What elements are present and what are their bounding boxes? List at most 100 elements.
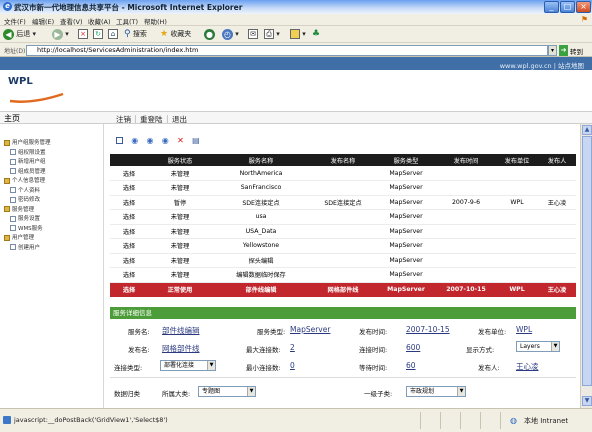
sidebar-item[interactable]: 组权限设置 bbox=[10, 148, 46, 156]
table-row[interactable]: 选择 未管理 usa MapServer bbox=[110, 209, 576, 225]
home-title: 主页 bbox=[4, 114, 20, 123]
max-conn-value[interactable]: 2 bbox=[290, 343, 295, 352]
sidebar-item[interactable]: 密码修改 bbox=[10, 195, 40, 203]
sidebar-item[interactable]: 创建用户 bbox=[10, 243, 40, 251]
class-select[interactable]: 专题图 ▼ bbox=[198, 386, 256, 397]
select-link[interactable]: 选择 bbox=[110, 253, 148, 268]
menu-favorites[interactable]: 收藏(A) bbox=[88, 16, 111, 26]
service-name-label: 服务名: bbox=[128, 328, 150, 336]
conn-type-select[interactable]: 部署化连接 ▼ bbox=[160, 360, 216, 371]
messenger-button[interactable]: ♣ bbox=[312, 28, 320, 41]
select-link[interactable]: 选择 bbox=[110, 267, 148, 283]
forward-button[interactable]: ▶ ▾ bbox=[52, 28, 69, 41]
chevron-down-icon: ▼ bbox=[247, 387, 255, 396]
back-button[interactable]: ◀ 后退 ▾ bbox=[3, 28, 36, 41]
publish-time-label: 发布时间: bbox=[359, 328, 388, 336]
select-link[interactable]: 选择 bbox=[110, 166, 148, 181]
print-button[interactable]: ⎙ ▾ bbox=[264, 28, 280, 41]
publish-name-value[interactable]: 网格部件线 bbox=[162, 343, 200, 354]
table-cell: SDE连接定点 bbox=[310, 195, 376, 210]
sidebar-item[interactable]: 用户组服务管理 bbox=[4, 138, 51, 146]
page-icon bbox=[10, 149, 16, 155]
sidebar-item[interactable]: 个人资料 bbox=[10, 186, 40, 194]
conn-time-value[interactable]: 600 bbox=[406, 343, 420, 352]
table-row[interactable]: 选择 未管理 编辑数据临时保存 MapServer bbox=[110, 267, 576, 283]
select-link[interactable]: 选择 bbox=[110, 195, 148, 210]
select-link[interactable]: 选择 bbox=[110, 180, 148, 196]
menu-file[interactable]: 文件(F) bbox=[4, 16, 26, 26]
wait-time-value[interactable]: 60 bbox=[406, 361, 416, 370]
display-mode-select[interactable]: Layers ▼ bbox=[516, 341, 560, 352]
subclass-select[interactable]: 市政规划 ▼ bbox=[406, 386, 466, 397]
go-arrow-icon[interactable]: ➜ bbox=[559, 45, 568, 56]
table-cell: 未管理 bbox=[148, 166, 212, 181]
table-row[interactable]: 选择 未管理 SanFrancisco MapServer bbox=[110, 180, 576, 196]
stop-button[interactable]: × bbox=[78, 28, 88, 41]
refresh-button[interactable]: ↻ bbox=[93, 28, 103, 41]
table-row[interactable]: 选择 正常使用 部件线编辑 网格部件线 MapServer 2007-10-15 WPL 王心… bbox=[110, 282, 576, 297]
publish-unit-value[interactable]: WPL bbox=[516, 325, 532, 334]
sidebar-item[interactable]: WMS服务 bbox=[10, 224, 43, 232]
sidebar-item[interactable]: 个人信息管理 bbox=[4, 176, 45, 184]
scroll-thumb[interactable] bbox=[582, 136, 592, 386]
min-conn-value[interactable]: 0 bbox=[290, 361, 295, 370]
table-cell bbox=[310, 209, 376, 225]
media-button[interactable]: ● bbox=[204, 28, 215, 41]
address-dropdown-button[interactable]: ▾ bbox=[548, 45, 557, 56]
service-name-value[interactable]: 部件线编辑 bbox=[162, 325, 200, 336]
search-button[interactable]: ⚲ 搜索 bbox=[124, 28, 147, 41]
history-button[interactable]: ◴ ▾ bbox=[222, 28, 239, 41]
sidebar-item-label: 个人信息管理 bbox=[12, 178, 46, 184]
table-cell: 2007-10-15 bbox=[436, 282, 496, 297]
folder-icon bbox=[4, 139, 10, 146]
menu-view[interactable]: 查看(V) bbox=[60, 16, 83, 26]
site-links[interactable]: www.wpl.gov.cn | 站点地图 bbox=[500, 60, 584, 70]
history-icon: ◴ bbox=[222, 28, 233, 40]
menu-edit[interactable]: 编辑(E) bbox=[32, 16, 54, 26]
sidebar-item[interactable]: 新增用户组 bbox=[10, 157, 46, 165]
maximize-button[interactable]: □ bbox=[560, 1, 575, 13]
select-link[interactable]: 选择 bbox=[110, 238, 148, 254]
next-icon[interactable]: ◉ bbox=[162, 136, 169, 144]
table-row[interactable]: 选择 未管理 Yellowstone MapServer bbox=[110, 238, 576, 254]
prev-icon[interactable]: ◉ bbox=[146, 136, 153, 144]
sidebar-item[interactable]: 用户管理 bbox=[4, 233, 34, 241]
select-link[interactable]: 选择 bbox=[110, 224, 148, 239]
table-cell bbox=[310, 224, 376, 239]
home-button[interactable]: ⌂ bbox=[108, 28, 118, 41]
minimize-button[interactable]: _ bbox=[544, 1, 559, 13]
vertical-scrollbar[interactable]: ▲ ▼ bbox=[580, 124, 592, 408]
scroll-down-icon[interactable]: ▼ bbox=[582, 396, 592, 406]
service-type-value[interactable]: MapServer bbox=[290, 325, 330, 334]
table-row[interactable]: 选择 未管理 USA_Data MapServer bbox=[110, 224, 576, 239]
max-conn-label: 最大连接数: bbox=[246, 346, 281, 354]
menu-tools[interactable]: 工具(T) bbox=[116, 16, 138, 26]
site-top-strip: www.wpl.gov.cn | 站点地图 bbox=[0, 57, 592, 70]
folder-button[interactable]: ▾ bbox=[290, 28, 306, 41]
go-button[interactable]: 转到 bbox=[570, 46, 583, 56]
table-cell bbox=[310, 253, 376, 268]
home-icon: ⌂ bbox=[108, 29, 118, 39]
menu-help[interactable]: 帮助(H) bbox=[144, 16, 167, 26]
sidebar-item[interactable]: 组成员管理 bbox=[10, 167, 46, 175]
table-row[interactable]: 选择 未管理 NorthAmerica MapServer bbox=[110, 166, 576, 181]
favorites-button[interactable]: ★ 收藏夹 bbox=[160, 28, 191, 41]
mail-button[interactable]: ✉ bbox=[248, 28, 258, 41]
grid-view-icon[interactable]: ▤ bbox=[192, 136, 200, 144]
publish-time-value[interactable]: 2007-10-15 bbox=[406, 325, 450, 334]
forward-arrow-icon: ▶ bbox=[52, 28, 63, 40]
address-input[interactable]: http://localhost/ServicesAdministration/… bbox=[26, 45, 548, 56]
select-link[interactable]: 选择 bbox=[110, 209, 148, 225]
select-link[interactable]: 选择 bbox=[110, 282, 148, 297]
first-icon[interactable]: ◉ bbox=[131, 136, 138, 144]
sidebar-item[interactable]: 服务管理 bbox=[4, 205, 34, 213]
save-icon[interactable] bbox=[116, 136, 123, 144]
close-button[interactable]: × bbox=[576, 1, 591, 13]
table-row[interactable]: 选择 暂停 SDE连接定点 SDE连接定点 MapServer 2007-9-6 WPL 王心… bbox=[110, 195, 576, 210]
sidebar-item[interactable]: 服务设置 bbox=[10, 214, 40, 222]
scroll-up-icon[interactable]: ▲ bbox=[582, 125, 592, 135]
publisher-value[interactable]: 王心凌 bbox=[516, 361, 539, 372]
sidebar-tree: 用户组服务管理 组权限设置 新增用户组组成员管理个人信息管理 个人资料 密码修改服务管理… bbox=[0, 124, 104, 408]
table-row[interactable]: 选择 未管理 探头编辑 MapServer bbox=[110, 253, 576, 268]
delete-icon[interactable]: ✕ bbox=[177, 136, 184, 144]
